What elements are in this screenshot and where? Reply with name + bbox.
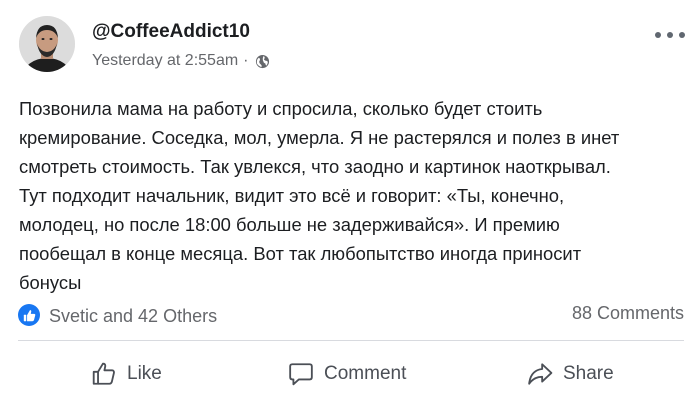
post-body-line: смотреть стоимость. Так увлекся, что зао…: [19, 156, 611, 177]
globe-icon[interactable]: [255, 54, 270, 69]
like-button[interactable]: Like: [91, 352, 162, 396]
social-post: @CoffeeAddict10 Yesterday at 2:55am · По…: [0, 0, 700, 402]
post-body-line: Тут подходит начальник, видит это всё и …: [19, 185, 565, 206]
comment-button[interactable]: Comment: [288, 352, 406, 396]
post-stats: Svetic and 42 Others 88 Comments: [18, 302, 684, 328]
post-body-line: кремирование. Соседка, мол, умерла. Я не…: [19, 127, 620, 148]
post-body-line: молодец, но после 18:00 больше не задерж…: [19, 214, 560, 235]
reactions-summary[interactable]: Svetic and 42 Others: [49, 306, 217, 327]
meta-separator: ·: [243, 52, 249, 69]
post-body-line: бонусы: [19, 272, 82, 293]
post-body-line: Позвонила мама на работу и спросила, ско…: [19, 98, 543, 119]
thumbs-up-icon: [92, 362, 115, 385]
divider: [18, 340, 684, 341]
like-reaction-icon[interactable]: [18, 304, 40, 326]
author-username[interactable]: @CoffeeAddict10: [92, 21, 250, 43]
post-body-line: пообещал в конце месяца. Вот так любопыт…: [19, 243, 582, 264]
post-header: @CoffeeAddict10 Yesterday at 2:55am ·: [19, 16, 689, 80]
post-timestamp[interactable]: Yesterday at 2:55am: [92, 52, 238, 70]
post-body: Позвонила мама на работу и спросила, ско…: [19, 94, 683, 297]
share-label: Share: [563, 363, 614, 384]
avatar[interactable]: [19, 16, 75, 72]
comment-icon: [289, 363, 313, 386]
more-options-icon[interactable]: [655, 24, 685, 46]
post-actions: Like Comment Share: [18, 352, 684, 396]
share-button[interactable]: Share: [527, 352, 614, 396]
like-label: Like: [127, 363, 162, 384]
comments-count-link[interactable]: 88 Comments: [572, 303, 684, 324]
post-meta: Yesterday at 2:55am ·: [92, 52, 270, 70]
comment-label: Comment: [324, 363, 407, 384]
share-arrow-icon: [528, 363, 553, 385]
